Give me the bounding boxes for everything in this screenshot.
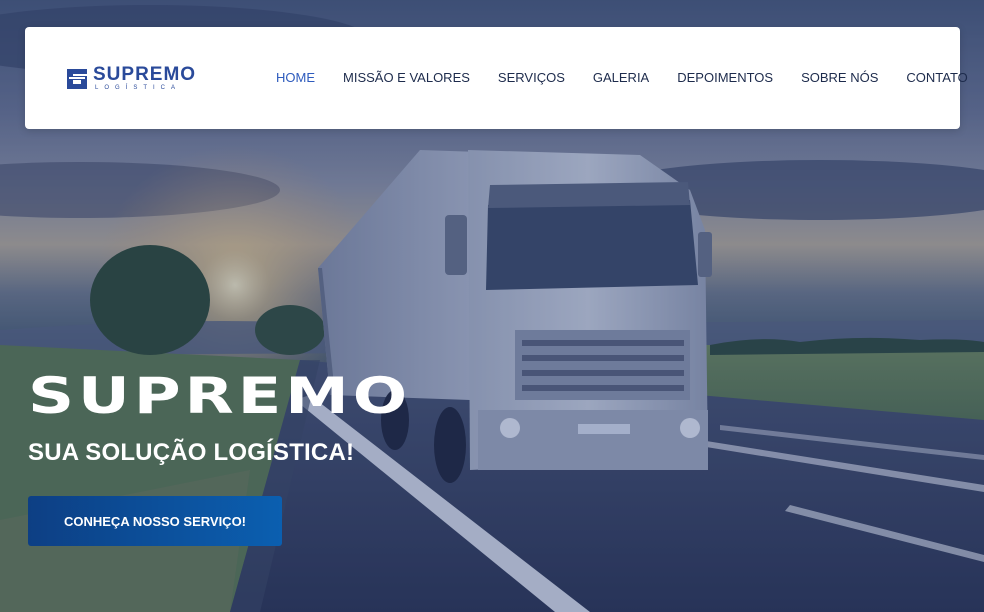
nav-missao-e-valores[interactable]: MISSÃO E VALORES [343, 68, 470, 88]
main-navigation: HOME MISSÃO E VALORES SERVIÇOS GALERIA D… [276, 68, 968, 88]
hero-title: SUPREMO [28, 367, 411, 425]
nav-servicos[interactable]: SERVIÇOS [498, 68, 565, 88]
cta-button[interactable]: CONHEÇA NOSSO SERVIÇO! [28, 496, 282, 546]
hero-subtitle: SUA SOLUÇÃO LOGÍSTICA! [28, 439, 355, 466]
brand-name: SUPREMO [93, 64, 197, 85]
top-navbar: SUPREMO LOGÍSTICA HOME MISSÃO E VALORES … [25, 27, 968, 129]
brand-tagline: LOGÍSTICA [95, 85, 182, 91]
nav-contato[interactable]: CONTATO [906, 68, 967, 88]
nav-sobre-nos[interactable]: SOBRE NÓS [801, 68, 878, 88]
supremo-s-logo-icon [67, 69, 87, 89]
nav-depoimentos[interactable]: DEPOIMENTOS [677, 68, 773, 88]
brand-logo[interactable]: SUPREMO LOGÍSTICA [65, 65, 205, 93]
nav-home[interactable]: HOME [276, 68, 315, 88]
nav-galeria[interactable]: GALERIA [593, 68, 649, 88]
